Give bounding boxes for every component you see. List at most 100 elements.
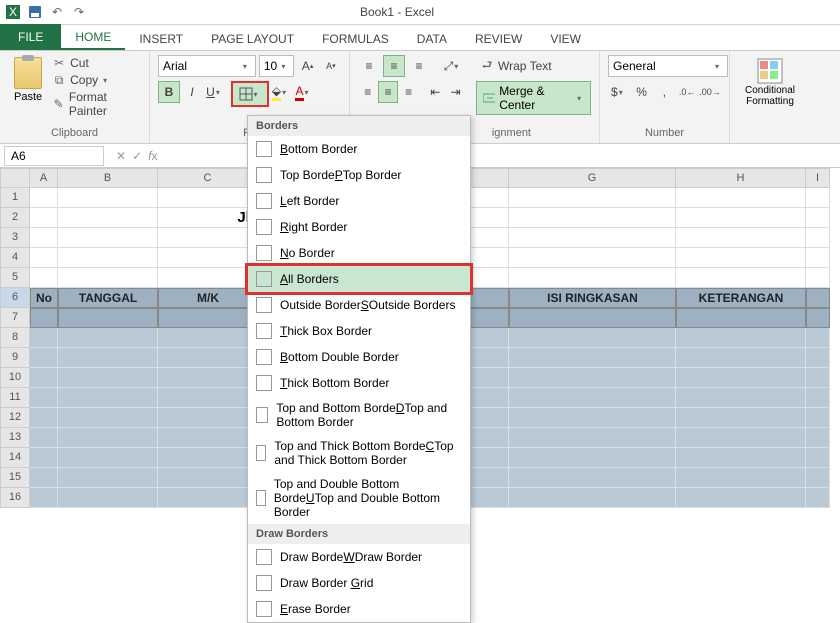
currency-icon[interactable]: $▾ bbox=[608, 81, 630, 103]
cell-I14[interactable] bbox=[806, 448, 830, 468]
col-header-A[interactable]: A bbox=[30, 168, 58, 188]
cell-A4[interactable] bbox=[30, 248, 58, 268]
undo-icon[interactable]: ↶ bbox=[49, 4, 65, 20]
cell-G10[interactable] bbox=[509, 368, 676, 388]
cell-G13[interactable] bbox=[509, 428, 676, 448]
col-header-H[interactable]: H bbox=[676, 168, 806, 188]
row-header-1[interactable]: 1 bbox=[0, 188, 30, 208]
tab-view[interactable]: VIEW bbox=[536, 26, 595, 50]
row-header-5[interactable]: 5 bbox=[0, 268, 30, 288]
cut-button[interactable]: ✂Cut bbox=[52, 55, 141, 71]
cell-H5[interactable] bbox=[676, 268, 806, 288]
name-box[interactable]: A6 bbox=[4, 146, 104, 166]
cell-I1[interactable] bbox=[806, 188, 830, 208]
border-option[interactable]: Top BordePTop Border bbox=[248, 162, 470, 188]
cell-I3[interactable] bbox=[806, 228, 830, 248]
cell-H12[interactable] bbox=[676, 408, 806, 428]
cell-C10[interactable] bbox=[158, 368, 258, 388]
align-right-icon[interactable]: ≡ bbox=[399, 81, 418, 103]
row-header-10[interactable]: 10 bbox=[0, 368, 30, 388]
cell-A10[interactable] bbox=[30, 368, 58, 388]
cell-H4[interactable] bbox=[676, 248, 806, 268]
cell-H3[interactable] bbox=[676, 228, 806, 248]
tab-insert[interactable]: INSERT bbox=[125, 26, 197, 50]
cell-C7[interactable] bbox=[158, 308, 258, 328]
row-header-2[interactable]: 2 bbox=[0, 208, 30, 228]
cell-I4[interactable] bbox=[806, 248, 830, 268]
cell-B12[interactable] bbox=[58, 408, 158, 428]
row-header-13[interactable]: 13 bbox=[0, 428, 30, 448]
paste-button[interactable]: Paste bbox=[8, 55, 48, 105]
font-color-button[interactable]: A▾ bbox=[293, 81, 315, 103]
cell-I10[interactable] bbox=[806, 368, 830, 388]
cell-I8[interactable] bbox=[806, 328, 830, 348]
merge-center-button[interactable]: Merge & Center▾ bbox=[476, 81, 591, 115]
cell-H10[interactable] bbox=[676, 368, 806, 388]
cell-B6[interactable]: TANGGAL bbox=[58, 288, 158, 308]
row-header-6[interactable]: 6 bbox=[0, 288, 30, 308]
cell-G8[interactable] bbox=[509, 328, 676, 348]
cell-C11[interactable] bbox=[158, 388, 258, 408]
cell-H13[interactable] bbox=[676, 428, 806, 448]
border-option[interactable]: Bottom Border bbox=[248, 136, 470, 162]
cell-I11[interactable] bbox=[806, 388, 830, 408]
orientation-icon[interactable]: ⤢▾ bbox=[442, 55, 464, 77]
number-format-select[interactable]: General▾ bbox=[608, 55, 728, 77]
border-option[interactable]: Left Border bbox=[248, 188, 470, 214]
cell-G14[interactable] bbox=[509, 448, 676, 468]
underline-button[interactable]: U▾ bbox=[204, 81, 226, 103]
cell-A1[interactable] bbox=[30, 188, 58, 208]
row-header-8[interactable]: 8 bbox=[0, 328, 30, 348]
cell-A15[interactable] bbox=[30, 468, 58, 488]
cell-H6[interactable]: KETERANGAN bbox=[676, 288, 806, 308]
row-header-15[interactable]: 15 bbox=[0, 468, 30, 488]
cell-G3[interactable] bbox=[509, 228, 676, 248]
font-size-select[interactable]: 10▾ bbox=[259, 55, 295, 77]
cell-G9[interactable] bbox=[509, 348, 676, 368]
col-header-B[interactable]: B bbox=[58, 168, 158, 188]
cell-C4[interactable] bbox=[158, 248, 258, 268]
increase-font-icon[interactable]: A▴ bbox=[297, 55, 317, 77]
cell-I5[interactable] bbox=[806, 268, 830, 288]
fx-icon[interactable]: fx bbox=[148, 149, 157, 163]
align-middle-icon[interactable]: ≡ bbox=[383, 55, 405, 77]
cell-C14[interactable] bbox=[158, 448, 258, 468]
cell-A16[interactable] bbox=[30, 488, 58, 508]
border-option[interactable]: Top and Double Bottom BordeUTop and Doub… bbox=[248, 472, 470, 524]
cell-G2[interactable] bbox=[509, 208, 676, 228]
bold-button[interactable]: B bbox=[158, 81, 180, 103]
save-icon[interactable] bbox=[27, 4, 43, 20]
cell-B13[interactable] bbox=[58, 428, 158, 448]
cell-A7[interactable] bbox=[30, 308, 58, 328]
cell-C8[interactable] bbox=[158, 328, 258, 348]
comma-icon[interactable]: , bbox=[654, 81, 676, 103]
align-top-icon[interactable]: ≡ bbox=[358, 55, 380, 77]
cell-I12[interactable] bbox=[806, 408, 830, 428]
cell-B3[interactable] bbox=[58, 228, 158, 248]
cell-H16[interactable] bbox=[676, 488, 806, 508]
row-header-12[interactable]: 12 bbox=[0, 408, 30, 428]
cell-A2[interactable] bbox=[30, 208, 58, 228]
select-all-corner[interactable] bbox=[0, 168, 30, 188]
tab-file[interactable]: FILE bbox=[0, 24, 61, 50]
cell-I15[interactable] bbox=[806, 468, 830, 488]
border-option[interactable]: Thick Bottom Border bbox=[248, 370, 470, 396]
decrease-font-icon[interactable]: A▾ bbox=[321, 55, 341, 77]
cell-A11[interactable] bbox=[30, 388, 58, 408]
tab-home[interactable]: HOME bbox=[61, 24, 125, 50]
border-option[interactable]: Outside BorderSOutside Borders bbox=[248, 292, 470, 318]
cell-A6[interactable]: No bbox=[30, 288, 58, 308]
cell-B15[interactable] bbox=[58, 468, 158, 488]
row-header-3[interactable]: 3 bbox=[0, 228, 30, 248]
cell-G11[interactable] bbox=[509, 388, 676, 408]
cell-I2[interactable] bbox=[806, 208, 830, 228]
cell-B10[interactable] bbox=[58, 368, 158, 388]
cell-G5[interactable] bbox=[509, 268, 676, 288]
cell-G6[interactable]: ISI RINGKASAN bbox=[509, 288, 676, 308]
cell-C15[interactable] bbox=[158, 468, 258, 488]
cell-C1[interactable] bbox=[158, 188, 258, 208]
cell-B11[interactable] bbox=[58, 388, 158, 408]
redo-icon[interactable]: ↷ bbox=[71, 4, 87, 20]
border-option[interactable]: All Borders bbox=[245, 263, 473, 295]
format-painter-button[interactable]: ✎Format Painter bbox=[52, 89, 141, 119]
